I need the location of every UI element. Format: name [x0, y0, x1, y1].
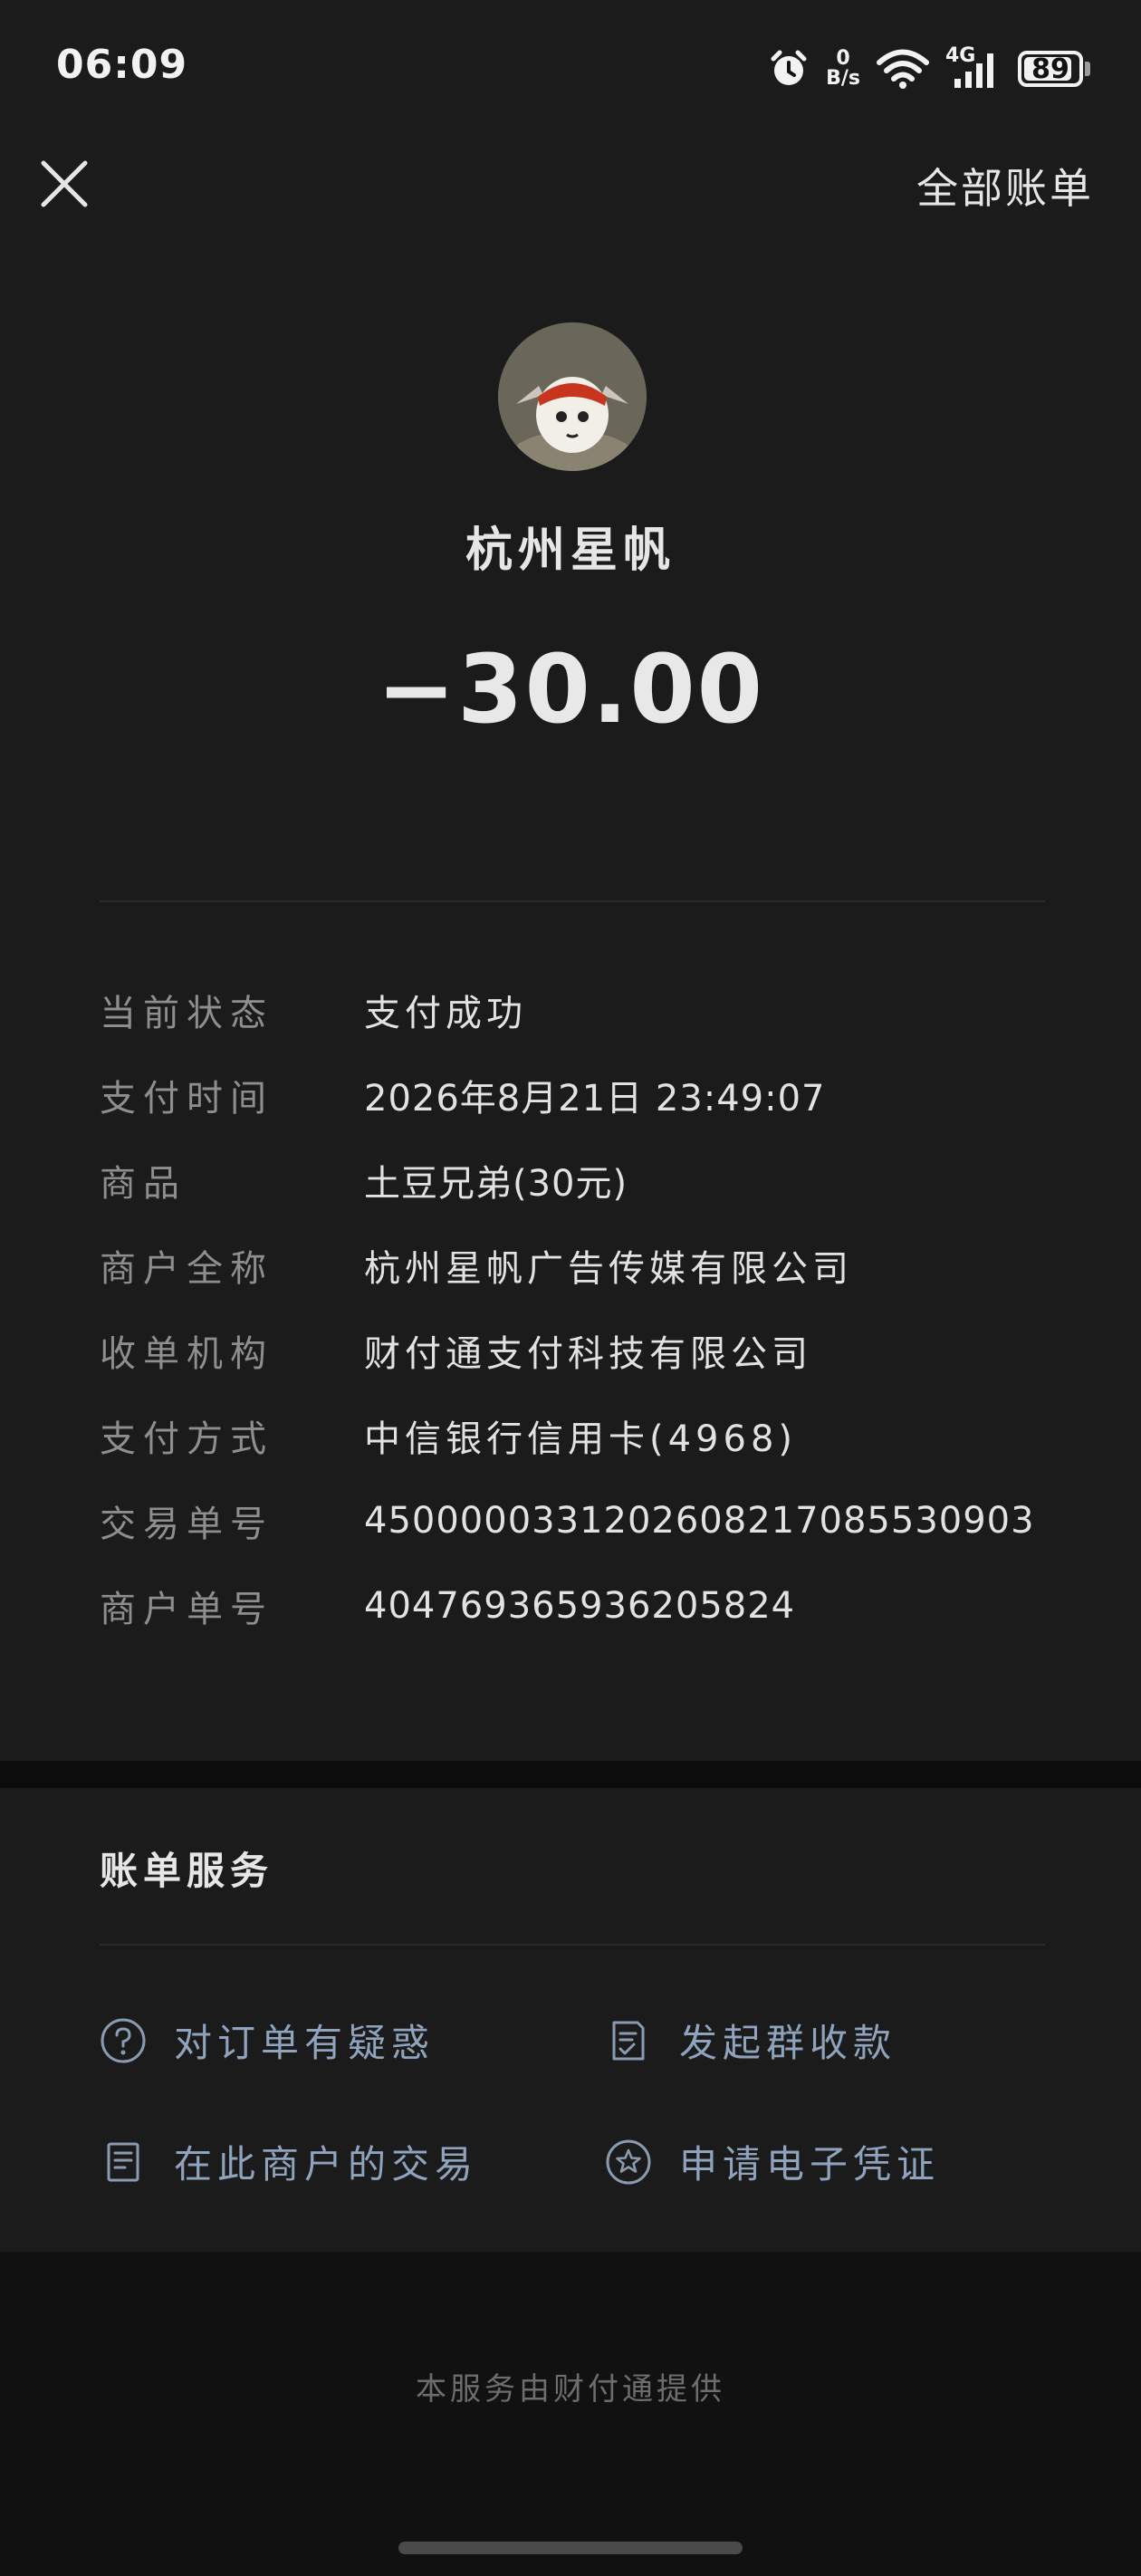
detail-label: 支付方式 — [100, 1418, 273, 1460]
services-title: 账单服务 — [100, 1849, 274, 1893]
transaction-amount: −30.00 — [376, 634, 765, 745]
divider — [100, 900, 1045, 902]
detail-value[interactable]: 4500000331202608217085530903 — [364, 1500, 1035, 1542]
detail-value: 中信银行信用卡(4968) — [364, 1418, 798, 1460]
service-label: 发起群收款 — [679, 2021, 897, 2065]
battery-level: 89 — [1031, 53, 1069, 85]
detail-value[interactable]: 404769365936205824 — [364, 1585, 795, 1627]
service-order-question[interactable]: 对订单有疑惑 — [100, 2013, 435, 2068]
star-badge-icon — [606, 2139, 651, 2184]
status-time: 06:09 — [56, 42, 188, 88]
detail-value: 土豆兄弟(30元) — [364, 1163, 628, 1205]
signal-icon: 4G — [945, 44, 1002, 90]
net-speed: 0 B/s — [826, 49, 860, 89]
status-icons: 0 B/s 4G 89 — [768, 42, 1090, 96]
detail-row-merchant-name: 商户全称 杭州星帆广告传媒有限公司 — [100, 1223, 1050, 1308]
service-group-collection[interactable]: 发起群收款 — [605, 2013, 896, 2068]
detail-value: 财付通支付科技有限公司 — [364, 1333, 812, 1375]
merchant-avatar — [498, 322, 647, 471]
transaction-details: 当前状态 支付成功 支付时间 2026年8月21日 23:49:07 商品 土豆… — [100, 967, 1050, 1648]
net-speed-unit: B/s — [826, 67, 860, 90]
service-merchant-transactions[interactable]: 在此商户的交易 — [100, 2134, 478, 2189]
footer-provider-text: 本服务由财付通提供 — [416, 2371, 725, 2408]
checklist-document-icon — [612, 2021, 645, 2060]
detail-label: 交易单号 — [100, 1504, 273, 1545]
detail-value: 杭州星帆广告传媒有限公司 — [364, 1248, 853, 1290]
battery-icon: 89 — [1018, 51, 1090, 87]
section-separator — [0, 1761, 1141, 1788]
detail-label: 收单机构 — [100, 1333, 273, 1375]
merchant-name: 杭州星帆 — [465, 524, 676, 578]
service-label: 对订单有疑惑 — [174, 2021, 436, 2065]
question-circle-icon — [101, 2018, 146, 2062]
detail-row-payment-method: 支付方式 中信银行信用卡(4968) — [100, 1393, 1050, 1478]
detail-value: 支付成功 — [364, 993, 527, 1034]
detail-label: 商品 — [100, 1163, 187, 1205]
net-speed-value: 0 — [836, 47, 850, 70]
detail-value: 2026年8月21日 23:49:07 — [364, 1078, 826, 1120]
detail-row-product: 商品 土豆兄弟(30元) — [100, 1138, 1050, 1223]
divider — [100, 1944, 1045, 1946]
close-button[interactable] — [36, 156, 92, 212]
service-label: 在此商户的交易 — [174, 2142, 479, 2187]
detail-label: 支付时间 — [100, 1078, 273, 1120]
service-label: 申请电子凭证 — [679, 2142, 941, 2187]
document-icon — [107, 2142, 139, 2181]
alarm-icon — [771, 50, 807, 85]
detail-row-transaction-id: 交易单号 4500000331202608217085530903 — [100, 1478, 1050, 1563]
detail-row-status: 当前状态 支付成功 — [100, 967, 1050, 1053]
detail-row-merchant-order-id: 商户单号 404769365936205824 — [100, 1563, 1050, 1648]
all-bills-link[interactable]: 全部账单 — [916, 156, 1094, 216]
detail-label: 商户单号 — [100, 1589, 273, 1630]
close-icon — [41, 160, 88, 207]
detail-row-acquirer: 收单机构 财付通支付科技有限公司 — [100, 1308, 1050, 1393]
detail-label: 商户全称 — [100, 1248, 273, 1290]
home-indicator[interactable] — [398, 2542, 743, 2554]
service-e-receipt[interactable]: 申请电子凭证 — [605, 2134, 940, 2189]
detail-row-pay-time: 支付时间 2026年8月21日 23:49:07 — [100, 1053, 1050, 1138]
wifi-icon — [877, 49, 929, 89]
detail-label: 当前状态 — [100, 993, 273, 1034]
